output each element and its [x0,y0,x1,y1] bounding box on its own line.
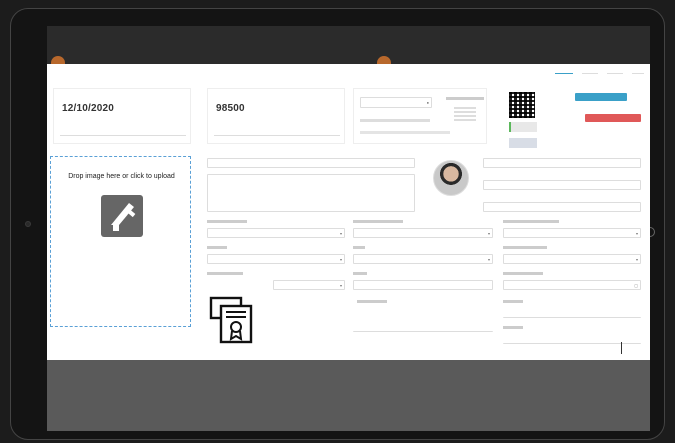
tab-files[interactable] [632,68,644,74]
sublocation-label [503,246,547,249]
name-field[interactable] [207,158,415,168]
sublocation-select[interactable]: ▾ [503,254,641,264]
info-card: ● [353,88,487,144]
cursor-bar [621,342,622,354]
info-line [360,119,430,122]
info-line [360,131,450,134]
status-badge-secondary [509,138,537,148]
date-field[interactable]: ▢ [503,280,641,290]
screen-lower-band [47,360,650,431]
location-select[interactable]: ▾ [353,228,493,238]
contact-name-field[interactable] [483,158,641,168]
certificate-icon [209,296,253,344]
type-label [207,246,227,249]
qr-code-icon [509,92,535,118]
category-select[interactable]: ▾ [207,228,345,238]
contact-extra-field[interactable] [483,202,641,212]
chevron-down-icon: ▾ [487,231,490,236]
chevron-down-icon: ▾ [339,231,342,236]
chevron-down-icon: ▾ [339,283,342,288]
chevron-down-icon: ▾ [339,257,342,262]
image-dropzone[interactable]: Drop image here or click to upload [50,156,191,327]
stat-card-date: 12/10/2020 [53,88,191,144]
supplier-label [503,300,523,303]
caliper-icon [101,195,143,237]
supplier-field[interactable] [503,308,641,318]
tab-general[interactable] [555,68,573,74]
info-line [446,97,484,100]
stat-number-value: 98500 [216,103,245,114]
storage-select[interactable]: ▾ [503,228,641,238]
field-label [353,272,367,275]
location-label [353,220,403,223]
chevron-down-icon: ▾ [635,257,638,262]
info-text [454,107,476,121]
contact-email-field[interactable] [483,180,641,190]
type-select[interactable]: ▾ [207,254,345,264]
generic-field[interactable] [353,280,493,290]
status-select[interactable]: ● [360,97,432,108]
status-badge-active [509,122,537,132]
stat-card-value: 98500 [207,88,345,144]
avatar[interactable] [433,160,469,196]
divider [60,135,186,136]
date-label [503,272,543,275]
interval-label [207,272,243,275]
danger-action-button[interactable] [585,114,641,122]
tab-details[interactable] [607,68,623,74]
save-link[interactable] [625,344,643,352]
category-label [207,220,247,223]
storage-label [503,220,559,223]
notes-field[interactable] [207,174,415,212]
calendar-icon: ▢ [634,283,638,288]
unit-label [353,246,365,249]
unit-select[interactable]: ▾ [353,254,493,264]
chevron-down-icon: ● [426,100,429,105]
screen-top-band [47,26,650,64]
primary-action-button[interactable] [575,93,627,101]
tab-history[interactable] [582,68,598,74]
tablet-frame: 12/10/2020 98500 ● Drop image here or cl… [10,8,665,440]
tablet-screen: 12/10/2020 98500 ● Drop image here or cl… [47,26,650,431]
app-window: 12/10/2020 98500 ● Drop image here or cl… [47,64,650,360]
tab-bar [555,68,644,74]
tablet-camera [25,221,31,227]
chevron-down-icon: ▾ [635,231,638,236]
chevron-down-icon: ▾ [487,257,490,262]
dropzone-text: Drop image here or click to upload [68,173,175,180]
remarks-label [503,326,523,329]
stat-date-value: 12/10/2020 [62,103,115,114]
description-field[interactable] [353,308,493,332]
divider [214,135,340,136]
interval-unit-select[interactable]: ▾ [273,280,345,290]
description-label [357,300,387,303]
